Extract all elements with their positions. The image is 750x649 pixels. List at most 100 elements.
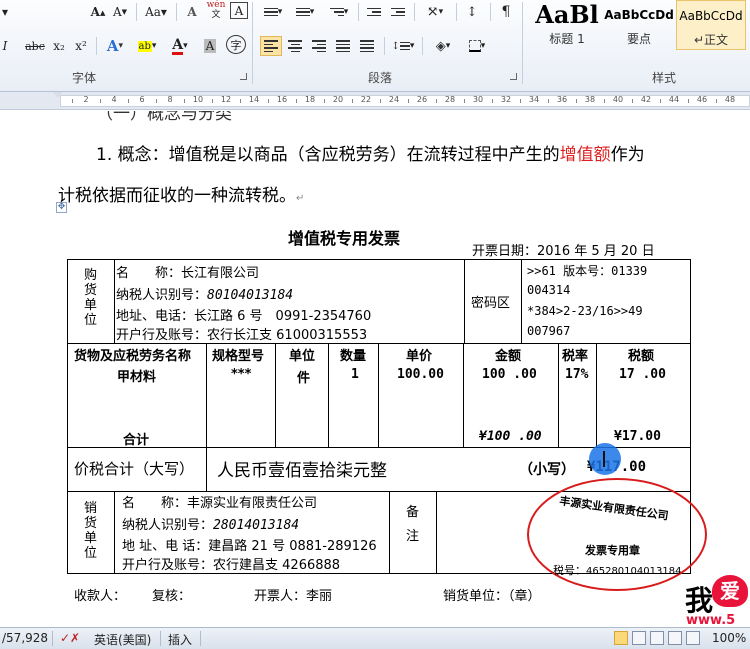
header-spec: 规格型号 — [212, 349, 265, 364]
text-effects-button[interactable]: A ▾ — [102, 36, 128, 56]
char-shading-button[interactable]: A — [200, 36, 220, 56]
item-rate: 17% — [565, 367, 589, 382]
style-normal-selected[interactable]: AaBbCcDd ↵正文 — [676, 0, 746, 50]
ruler-number: 4 — [111, 95, 117, 104]
ruler-number: 14 — [248, 95, 260, 104]
ribbon: ▾ A ▲ A ▼ Aa ▾ A wén 文 A I abc x₂ x² A ▾ ab ▾ … — [0, 0, 750, 92]
ruler-number: 44 — [668, 95, 680, 104]
item-spec: *** — [231, 367, 252, 382]
char-border-button[interactable]: A — [230, 2, 248, 19]
borders-button[interactable]: ▾ — [462, 36, 492, 56]
header-goods: 货物及应税劳务名称 — [74, 349, 192, 364]
ruler-number: 30 — [472, 95, 484, 104]
paragraph-concept: 1. 概念：增值税是以商品（含应税劳务）在流转过程中产生的增值额作为 — [96, 145, 645, 165]
italic-button-partial[interactable]: I — [0, 36, 10, 56]
increase-indent-button[interactable] — [388, 2, 408, 22]
decrease-indent-button[interactable] — [364, 2, 384, 22]
shading-button[interactable]: ◈ ▾ — [428, 36, 458, 56]
distributed-button[interactable] — [356, 36, 378, 56]
change-case-button[interactable]: Aa ▾ — [142, 2, 170, 22]
horizontal-ruler[interactable]: 2 4 6 8 10 12 14 16 18 20 22 24 26 28 30 32 34 36 38 40 42 44… — [0, 92, 750, 110]
enclose-char-button[interactable]: 字 — [226, 35, 246, 54]
full-screen-view-button[interactable] — [632, 631, 646, 645]
ruler-tick — [156, 99, 157, 103]
style-heading1[interactable]: AaBl 标题 1 — [532, 0, 602, 50]
word-count[interactable]: /57,928 — [2, 631, 48, 645]
phonetic-guide-button[interactable]: wén 文 — [206, 0, 226, 20]
ruler-tick — [72, 99, 73, 103]
ruler-number: 6 — [139, 95, 145, 104]
seller-label: 销货单位 — [83, 501, 97, 561]
ruler-number: 26 — [416, 95, 428, 104]
bullets-button[interactable]: ▾ — [260, 2, 286, 22]
cipher-line: 004314 — [527, 283, 571, 297]
document-area[interactable]: （一）概念与分类 1. 概念：增值税是以商品（含应税劳务）在流转过程中产生的增值… — [0, 111, 750, 627]
highlight-color-button[interactable]: ab ▾ — [132, 36, 162, 56]
ruler-tick — [548, 99, 549, 103]
invoice-title: 增值税专用发票 — [288, 229, 401, 248]
first-line-indent-marker[interactable] — [53, 92, 63, 98]
justify-button[interactable] — [332, 36, 354, 56]
language-indicator[interactable]: 英语(美国) — [94, 631, 151, 648]
total-label: 合计 — [123, 433, 150, 448]
shrink-font-button[interactable]: A ▼ — [111, 2, 129, 22]
company-seal-stamp: 丰源实业有限责任公司 发票专用章 税号：465280104013184 — [527, 478, 707, 591]
strikethrough-button[interactable]: abc — [24, 36, 46, 56]
item-tax: 17 .00 — [619, 367, 666, 382]
zoom-level[interactable]: 100% — [712, 631, 746, 645]
seller-taxid: 纳税人识别号：28014013184 — [122, 518, 300, 533]
ruler-tick — [296, 99, 297, 103]
align-left-button[interactable] — [260, 36, 282, 56]
ruler-tick — [520, 99, 521, 103]
proofing-icon[interactable]: ✓✗ — [60, 631, 80, 645]
total-tax: ¥17.00 — [614, 429, 661, 444]
paragraph-dialog-launcher[interactable] — [510, 73, 517, 80]
ruler-tick — [688, 99, 689, 103]
show-hide-marks-button[interactable]: ¶ — [496, 2, 516, 22]
clear-format-icon[interactable]: A — [182, 2, 202, 22]
ruler-tick — [240, 99, 241, 103]
numbering-button[interactable]: ▾ — [292, 2, 318, 22]
superscript-button[interactable]: x² — [72, 36, 90, 56]
draft-view-button[interactable] — [686, 631, 700, 645]
grow-font-button[interactable]: A ▲ — [88, 2, 108, 22]
footer-payee: 收款人： — [74, 589, 127, 604]
subscript-button[interactable]: x₂ — [50, 36, 68, 56]
ruler-tick — [408, 99, 409, 103]
item-price: 100.00 — [397, 367, 444, 382]
styles-group-label: 样式 — [652, 71, 677, 85]
sort-button[interactable]: ↕ — [462, 2, 482, 22]
font-color-button[interactable]: A ▾ — [166, 36, 194, 56]
ruler-number: 22 — [360, 95, 372, 104]
font-size-dropdown-arrow[interactable]: ▾ — [0, 2, 10, 22]
font-dialog-launcher[interactable] — [240, 73, 247, 80]
item-name: 甲材料 — [117, 370, 157, 385]
style-emphasis[interactable]: AaBbCcDd 要点 — [604, 0, 674, 50]
item-unit: 件 — [297, 371, 311, 386]
web-layout-view-button[interactable] — [650, 631, 664, 645]
print-layout-view-button[interactable] — [614, 631, 628, 645]
ibeam-cursor-icon — [603, 451, 605, 467]
line-spacing-button[interactable]: ↕ ▾ — [390, 36, 416, 56]
cipher-line: >>61 版本号：01339 — [527, 264, 648, 278]
align-center-button[interactable] — [284, 36, 306, 56]
watermark-heart-icon: 爱 — [712, 575, 748, 607]
ruler-tick — [100, 99, 101, 103]
header-price: 单价 — [406, 349, 433, 364]
ruler-tick — [212, 99, 213, 103]
insert-mode[interactable]: 插入 — [168, 631, 192, 648]
grand-total-label: 价税合计（大写） — [74, 460, 195, 478]
align-right-button[interactable] — [308, 36, 330, 56]
header-amount: 金额 — [495, 349, 522, 364]
cipher-label: 密码区 — [471, 296, 511, 311]
outline-view-button[interactable] — [668, 631, 682, 645]
ruler-tick — [660, 99, 661, 103]
multilevel-list-button[interactable]: ▾ — [326, 2, 352, 22]
chinese-layout-button[interactable]: ⤧ ▾ — [420, 2, 450, 22]
ruler-number: 34 — [528, 95, 540, 104]
ruler-number: 42 — [640, 95, 652, 104]
ruler-number: 38 — [584, 95, 596, 104]
table-move-handle-icon[interactable]: ✥ — [56, 202, 67, 213]
footer-issuer: 开票人：李丽 — [254, 589, 333, 604]
buyer-label: 购货单位 — [83, 268, 97, 328]
